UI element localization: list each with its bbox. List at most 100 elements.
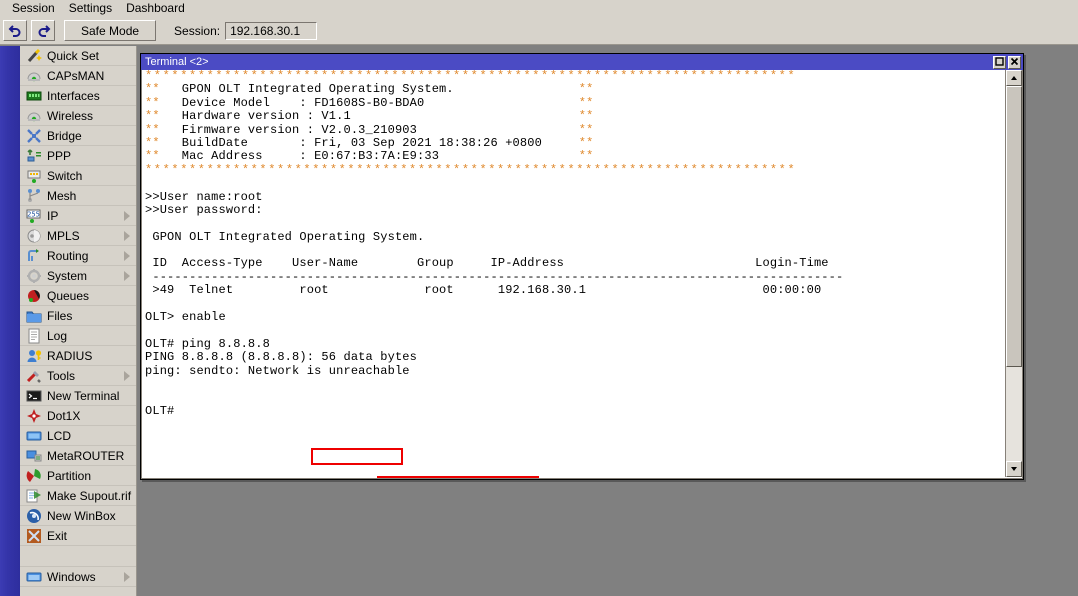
folder-icon <box>25 308 42 324</box>
scroll-down-icon <box>1010 462 1018 476</box>
bridge-icon <box>25 128 42 144</box>
mesh-icon <box>25 188 42 204</box>
ppp-icon <box>25 148 42 164</box>
log-icon <box>25 328 42 344</box>
session-address-field[interactable]: 192.168.30.1 <box>225 22 317 40</box>
gear-icon <box>25 268 42 284</box>
sidebar-item-label: CAPsMAN <box>47 69 104 83</box>
terminal-line: PING 8.8.8.8 (8.8.8.8): 56 data bytes <box>145 351 1000 364</box>
terminal-banner-line: ** Mac Address : E0:67:B3:7A:E9:33 ** <box>145 150 1000 163</box>
terminal-line <box>145 244 1000 257</box>
submenu-chevron-icon <box>124 211 130 221</box>
sidebar-item-label: IP <box>47 209 58 223</box>
sidebar-item-dot1x[interactable]: Dot1X <box>20 406 136 426</box>
lcd-icon <box>25 428 42 444</box>
switch-icon <box>25 168 42 184</box>
winbox-app-window: Session Settings Dashboard Safe Mode Ses… <box>0 0 1078 596</box>
sidebar-item-ppp[interactable]: PPP <box>20 146 136 166</box>
sidebar-item-label: New Terminal <box>47 389 119 403</box>
terminal-banner-line: ** GPON OLT Integrated Operating System.… <box>145 83 1000 96</box>
safe-mode-button[interactable]: Safe Mode <box>64 20 156 41</box>
sidebar-item-radius[interactable]: RADIUS <box>20 346 136 366</box>
close-button[interactable] <box>1008 56 1021 69</box>
terminal-icon <box>25 388 42 404</box>
close-icon <box>1010 55 1019 69</box>
antenna-icon <box>25 68 42 84</box>
sidebar-item-metarouter[interactable]: MetaROUTER <box>20 446 136 466</box>
submenu-chevron-icon <box>124 371 130 381</box>
terminal-title-bar[interactable]: Terminal <2> <box>141 54 1023 70</box>
supout-icon <box>25 488 42 504</box>
sidebar-item-exit[interactable]: Exit <box>20 526 136 546</box>
sidebar-item-lcd[interactable]: LCD <box>20 426 136 446</box>
sidebar-item-bridge[interactable]: Bridge <box>20 126 136 146</box>
network-card-icon <box>25 88 42 104</box>
sidebar-item-switch[interactable]: Switch <box>20 166 136 186</box>
undo-button[interactable] <box>3 20 27 41</box>
sidebar-item-ip[interactable]: 255IP <box>20 206 136 226</box>
submenu-chevron-icon <box>124 572 130 582</box>
terminal-vertical-scrollbar[interactable] <box>1005 70 1022 477</box>
sidebar-item-label: New WinBox <box>47 509 116 523</box>
scrollbar-thumb[interactable] <box>1006 86 1022 367</box>
wand-icon <box>25 48 42 64</box>
sidebar-item-label: Quick Set <box>47 49 99 63</box>
terminal-line <box>145 378 1000 391</box>
terminal-title-text: Terminal <2> <box>145 54 993 70</box>
sidebar-item-label: Wireless <box>47 109 93 123</box>
terminal-line: OLT# ping 8.8.8.8 <box>145 338 1000 351</box>
terminal-banner-line: ** Firmware version : V2.0.3_210903 ** <box>145 124 1000 137</box>
menu-item-settings[interactable]: Settings <box>62 0 119 17</box>
sidebar-item-make-supout-rif[interactable]: Make Supout.rif <box>20 486 136 506</box>
sidebar-item-label: Tools <box>47 369 75 383</box>
undo-arrow-icon <box>8 24 23 37</box>
sidebar-item-label: MetaROUTER <box>47 449 124 463</box>
scrollbar-track[interactable] <box>1006 86 1022 461</box>
menu-item-session[interactable]: Session <box>5 0 62 17</box>
window-icon <box>25 569 42 585</box>
redo-arrow-icon <box>36 24 51 37</box>
sidebar-item-files[interactable]: Files <box>20 306 136 326</box>
terminal-banner-line: ** Hardware version : V1.1 ** <box>145 110 1000 123</box>
maximize-button[interactable] <box>993 56 1006 69</box>
sidebar-item-log[interactable]: Log <box>20 326 136 346</box>
terminal-line <box>145 217 1000 230</box>
sidebar-item-routing[interactable]: Routing <box>20 246 136 266</box>
sidebar-item-label: Make Supout.rif <box>47 489 131 503</box>
sidebar-item-partition[interactable]: Partition <box>20 466 136 486</box>
terminal-line: >>User name:root <box>145 191 1000 204</box>
sidebar-item-mesh[interactable]: Mesh <box>20 186 136 206</box>
terminal-line: OLT# <box>145 405 1000 418</box>
sidebar-item-quick-set[interactable]: Quick Set <box>20 46 136 66</box>
sidebar-item-label: Mesh <box>47 189 76 203</box>
sidebar-item-system[interactable]: System <box>20 266 136 286</box>
sidebar-item-capsman[interactable]: CAPsMAN <box>20 66 136 86</box>
sidebar-item-label: System <box>47 269 87 283</box>
sidebar-item-label: PPP <box>47 149 71 163</box>
sidebar-item-label: Dot1X <box>47 409 80 423</box>
scroll-up-button[interactable] <box>1006 70 1022 86</box>
terminal-line <box>145 324 1000 337</box>
session-label: Session: <box>174 24 220 38</box>
menu-item-dashboard[interactable]: Dashboard <box>119 0 192 17</box>
sidebar-item-windows[interactable]: Windows <box>20 567 136 587</box>
sidebar-item-label: Files <box>47 309 72 323</box>
sidebar-item-wireless[interactable]: Wireless <box>20 106 136 126</box>
terminal-banner-line: ** Device Model : FD1608S-B0-BDA0 ** <box>145 97 1000 110</box>
sidebar-item-label: RADIUS <box>47 349 92 363</box>
sidebar-item-label: Queues <box>47 289 89 303</box>
routing-icon <box>25 248 42 264</box>
sidebar-item-interfaces[interactable]: Interfaces <box>20 86 136 106</box>
sidebar-item-new-terminal[interactable]: New Terminal <box>20 386 136 406</box>
terminal-output-area[interactable]: ****************************************… <box>141 70 1023 479</box>
sidebar-item-mpls[interactable]: MPLS <box>20 226 136 246</box>
sidebar-item-queues[interactable]: Queues <box>20 286 136 306</box>
sidebar-item-label: Exit <box>47 529 67 543</box>
terminal-line <box>145 298 1000 311</box>
terminal-line: ID Access-Type User-Name Group IP-Addres… <box>145 257 1000 270</box>
sidebar-item-new-winbox[interactable]: New WinBox <box>20 506 136 526</box>
scroll-down-button[interactable] <box>1006 461 1022 477</box>
winbox-icon <box>25 508 42 524</box>
redo-button[interactable] <box>31 20 55 41</box>
sidebar-item-tools[interactable]: Tools <box>20 366 136 386</box>
